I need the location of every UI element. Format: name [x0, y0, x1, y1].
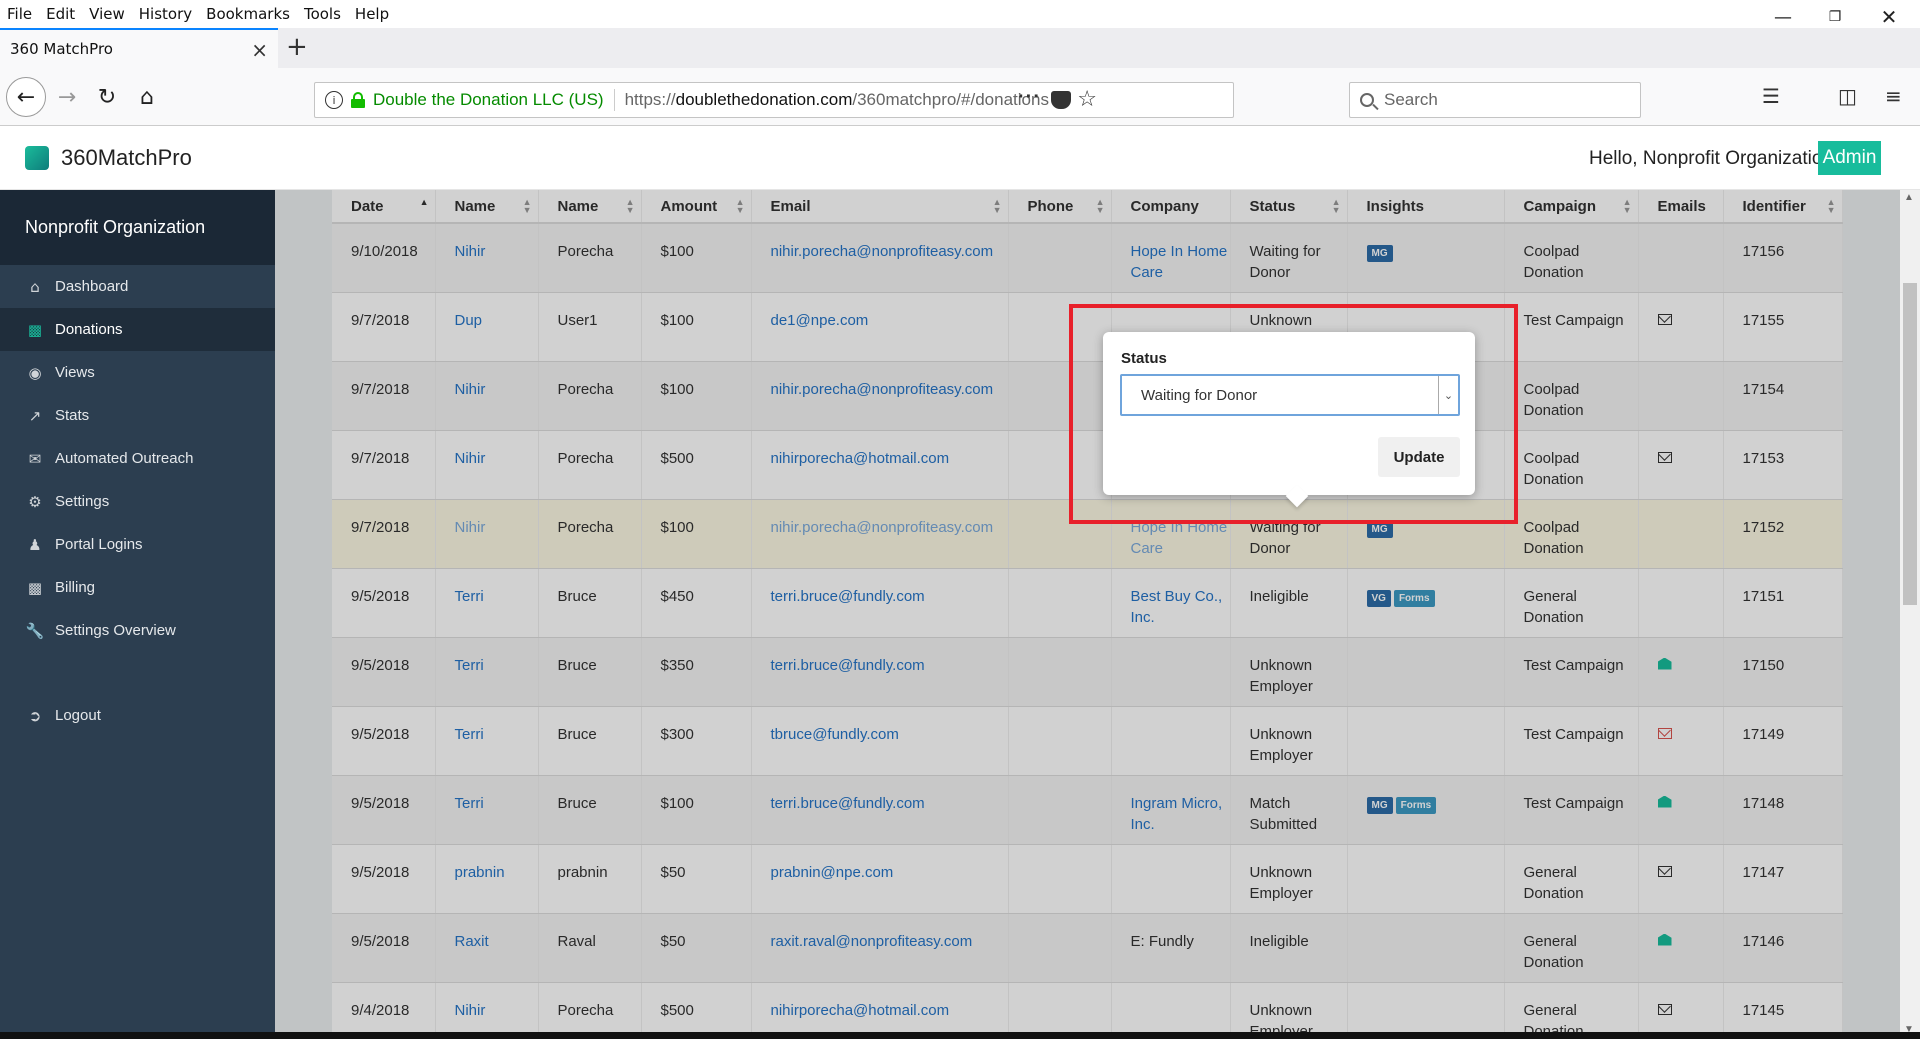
forward-arrow-icon[interactable]: →: [52, 82, 82, 112]
menu-file[interactable]: File: [7, 5, 32, 23]
menu-edit[interactable]: Edit: [46, 5, 75, 23]
home-icon: ⌂: [30, 277, 40, 296]
tab-title: 360 MatchPro: [10, 40, 113, 58]
nav-bar: ← → ↻ ⌂ i Double the Donation LLC (US) h…: [0, 68, 1920, 126]
sidebar-item-dashboard[interactable]: ⌂ Dashboard: [0, 265, 275, 308]
logout-icon: ➲: [28, 706, 42, 725]
sidebar-item-logout[interactable]: ➲ Logout: [0, 694, 275, 737]
admin-button[interactable]: Admin: [1818, 141, 1881, 175]
scroll-up-icon[interactable]: ▲: [1904, 192, 1914, 203]
bookmark-star-icon[interactable]: ☆: [1077, 87, 1097, 112]
user-icon: ♟: [28, 535, 42, 554]
greeting-text: Hello, Nonprofit Organization: [1589, 148, 1833, 169]
taskbar-strip: [0, 1032, 1920, 1039]
app-header: 360MatchPro Hello, Nonprofit Organizatio…: [0, 127, 1920, 190]
sidebar-item-billing[interactable]: ▩ Billing: [0, 566, 275, 609]
pocket-icon[interactable]: [1051, 91, 1071, 109]
sidebar-item-automated-outreach[interactable]: ✉ Automated Outreach: [0, 437, 275, 480]
url-text[interactable]: https://doublethedonation.com/360matchpr…: [625, 90, 1049, 110]
sidebar-toggle-icon[interactable]: ◫: [1838, 84, 1857, 108]
money-icon: ▩: [27, 320, 43, 339]
tab-bar: 360 MatchPro × +: [0, 28, 1920, 68]
sidebar-item-settings[interactable]: ⚙ Settings: [0, 480, 275, 523]
menu-history[interactable]: History: [139, 5, 192, 23]
new-tab-icon[interactable]: +: [286, 32, 308, 62]
tab-360matchpro[interactable]: 360 MatchPro ×: [0, 28, 278, 68]
menu-help[interactable]: Help: [355, 5, 389, 23]
url-bar[interactable]: i Double the Donation LLC (US) https://d…: [314, 82, 1234, 118]
vertical-scrollbar[interactable]: ▲ ▼: [1900, 190, 1920, 1039]
info-icon[interactable]: i: [325, 91, 343, 109]
page-actions-icon[interactable]: ···: [1018, 86, 1041, 109]
lock-icon[interactable]: [351, 92, 365, 108]
reload-icon[interactable]: ↻: [92, 82, 122, 112]
sidebar-item-donations[interactable]: ▩ Donations: [0, 308, 275, 351]
wrench-icon: 🔧: [25, 621, 45, 640]
eye-icon: ◉: [28, 363, 42, 382]
search-icon: [1360, 93, 1374, 107]
menu-bar: File Edit View History Bookmarks Tools H…: [0, 0, 1920, 28]
site-identity[interactable]: Double the Donation LLC (US): [373, 90, 604, 110]
sidebar: Nonprofit Organization ⌂ Dashboard ▩ Donat…: [0, 190, 275, 1039]
brand-logo-icon: [25, 146, 49, 170]
gears-icon: ⚙: [28, 492, 42, 511]
menu-view[interactable]: View: [89, 5, 125, 23]
highlight-annotation-box: [1069, 304, 1518, 524]
library-icon[interactable]: ☰: [1762, 84, 1780, 108]
sidebar-org-name: Nonprofit Organization: [0, 190, 275, 265]
money-icon: ▩: [27, 578, 43, 597]
close-tab-icon[interactable]: ×: [251, 38, 268, 62]
sidebar-item-settings-overview[interactable]: 🔧 Settings Overview: [0, 609, 275, 652]
search-bar[interactable]: [1349, 82, 1641, 118]
menu-bookmarks[interactable]: Bookmarks: [206, 5, 290, 23]
brand-name[interactable]: 360MatchPro: [61, 145, 192, 171]
sidebar-item-portal-logins[interactable]: ♟ Portal Logins: [0, 523, 275, 566]
search-input[interactable]: [1384, 90, 1624, 110]
chart-icon: ↗: [28, 406, 42, 425]
hamburger-menu-icon[interactable]: ≡: [1885, 84, 1902, 108]
sidebar-item-stats[interactable]: ↗ Stats: [0, 394, 275, 437]
menu-tools[interactable]: Tools: [304, 5, 341, 23]
sidebar-item-views[interactable]: ◉ Views: [0, 351, 275, 394]
home-icon[interactable]: ⌂: [132, 82, 162, 112]
back-arrow-icon[interactable]: ←: [6, 77, 46, 117]
scrollbar-thumb[interactable]: [1903, 283, 1917, 605]
envelope-icon: ✉: [28, 449, 42, 468]
